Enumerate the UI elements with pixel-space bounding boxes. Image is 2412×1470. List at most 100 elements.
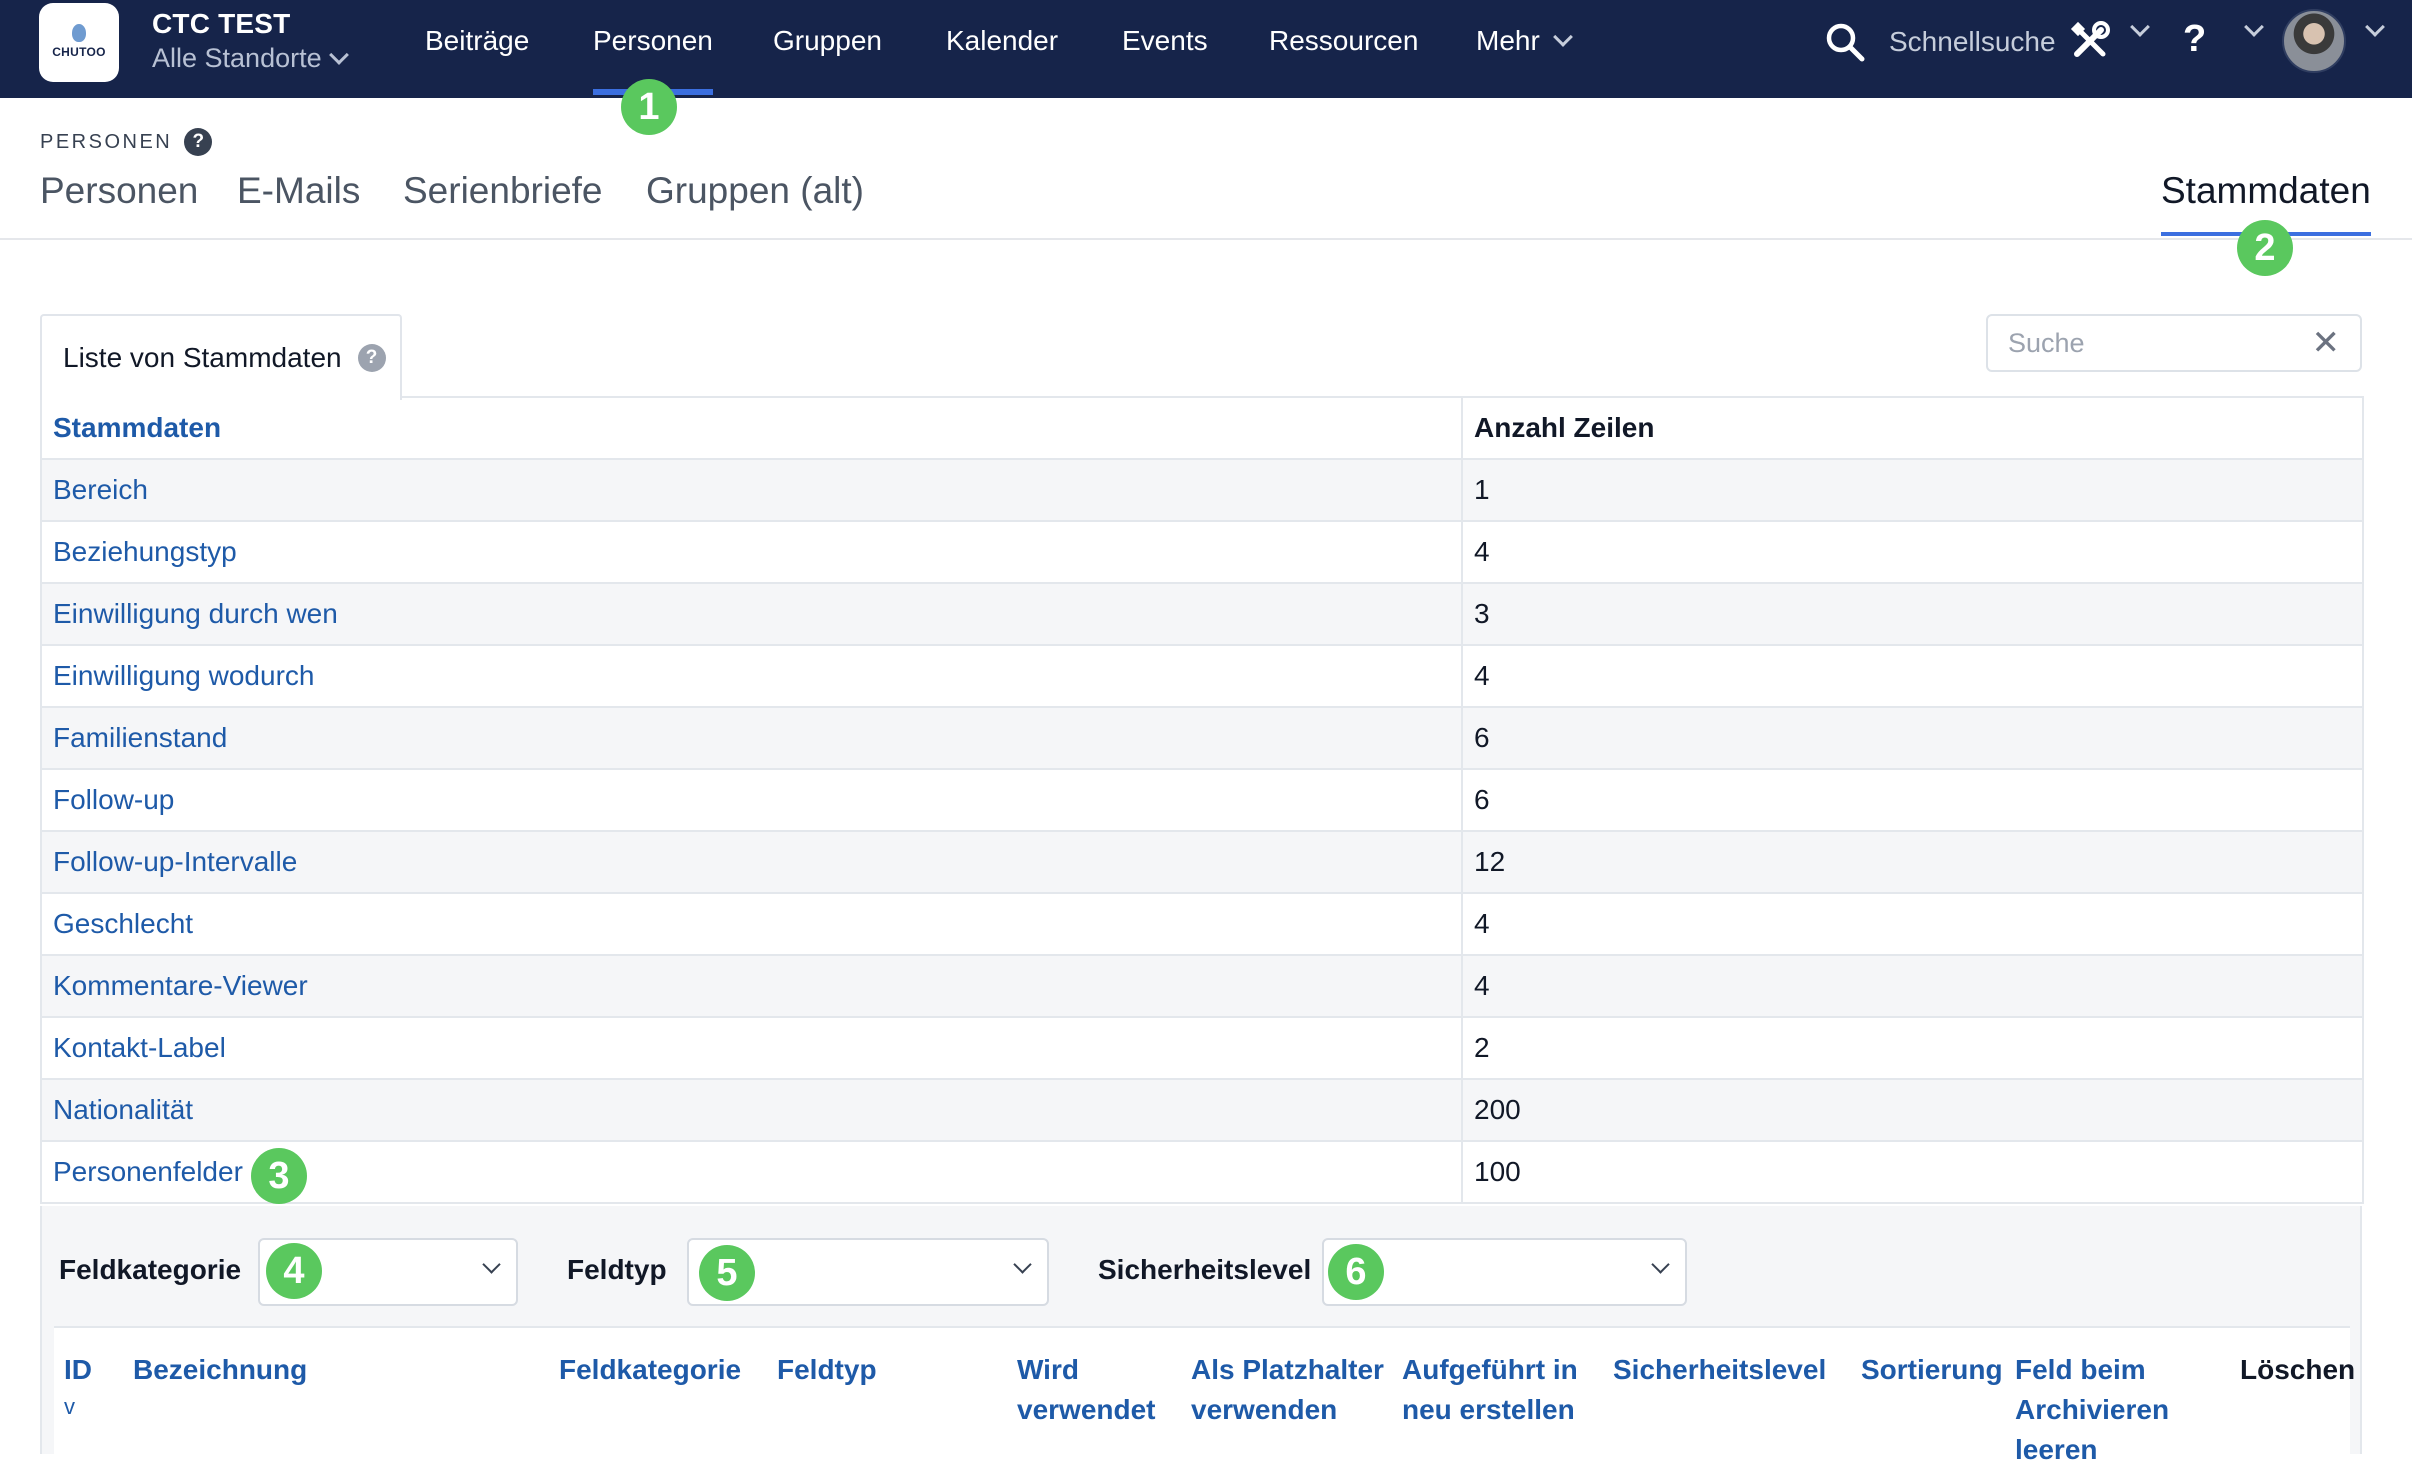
table-row[interactable]: Kontakt-Label 2 (40, 1016, 2364, 1080)
table-row[interactable]: Personenfelder 100 (40, 1140, 2364, 1204)
organization-title[interactable]: CTC TEST (152, 8, 290, 40)
table-row[interactable]: Einwilligung wodurch 4 (40, 644, 2364, 708)
section-divider (0, 238, 2412, 240)
annotation-badge-2: 2 (2237, 220, 2293, 276)
row-count: 4 (1461, 644, 2364, 708)
column-header-feldtyp[interactable]: Feldtyp (777, 1350, 877, 1390)
chevron-down-icon (482, 1255, 501, 1274)
tab-serienbriefe[interactable]: Serienbriefe (403, 170, 603, 212)
top-navigation-bar: CHUTOO CTC TEST Alle Standorte Beiträge … (0, 0, 2412, 98)
help-circle-icon[interactable]: ? (184, 128, 213, 156)
table-row[interactable]: Follow-up-Intervalle 12 (40, 830, 2364, 894)
row-name-link[interactable]: Kommentare-Viewer (40, 954, 1463, 1018)
column-header-bezeichnung[interactable]: Bezeichnung (133, 1350, 307, 1390)
header-line: Archivieren (2015, 1394, 2170, 1425)
row-name-link[interactable]: Nationalität (40, 1078, 1463, 1142)
row-count: 100 (1461, 1140, 2364, 1204)
personenfelder-detail-panel: Feldkategorie Feldtyp Sicherheitslevel I… (40, 1206, 2362, 1465)
column-header-aufgefuehrt[interactable]: Aufgeführt in neu erstellen (1402, 1350, 1578, 1430)
quick-search-field[interactable]: Schnellsuche (1889, 26, 2056, 58)
row-name-link[interactable]: Follow-up-Intervalle (40, 830, 1463, 894)
column-header-anzahl-zeilen: Anzahl Zeilen (1461, 396, 2364, 460)
column-header-stammdaten[interactable]: Stammdaten (40, 396, 1463, 460)
row-name-link[interactable]: Kontakt-Label (40, 1016, 1463, 1080)
personenfelder-table-header: ID v Bezeichnung Feldkategorie Feldtyp W… (54, 1326, 2355, 1465)
tab-gruppen-alt[interactable]: Gruppen (alt) (646, 170, 864, 212)
table-row[interactable]: Beziehungstyp 4 (40, 520, 2364, 584)
row-name-link[interactable]: Geschlecht (40, 892, 1463, 956)
column-header-als-platzhalter[interactable]: Als Platzhalter verwenden (1191, 1350, 1384, 1430)
row-count: 4 (1461, 520, 2364, 584)
nav-item-personen[interactable]: Personen (593, 25, 713, 95)
table-row[interactable]: Nationalität 200 (40, 1078, 2364, 1142)
table-row[interactable]: Bereich 1 (40, 458, 2364, 522)
annotation-badge-1: 1 (621, 79, 677, 135)
row-name-link[interactable]: Familienstand (40, 706, 1463, 770)
row-count: 3 (1461, 582, 2364, 646)
header-line: Als Platzhalter (1191, 1354, 1384, 1385)
user-menu-chevron-down-icon[interactable] (2365, 17, 2385, 37)
logo-mark-icon (72, 24, 86, 42)
section-label: PERSONEN ? (40, 128, 213, 156)
column-header-feld-archivieren[interactable]: Feld beim Archivieren leeren (2015, 1350, 2169, 1470)
row-count: 4 (1461, 954, 2364, 1018)
header-line: Aufgeführt in (1402, 1354, 1578, 1385)
tools-menu-chevron-down-icon[interactable] (2130, 17, 2150, 37)
row-name-link[interactable]: Einwilligung durch wen (40, 582, 1463, 646)
column-header-loeschen: Löschen (2240, 1354, 2356, 1385)
nav-item-events[interactable]: Events (1122, 25, 1208, 57)
tab-personen[interactable]: Personen (40, 170, 198, 212)
nav-item-ressourcen[interactable]: Ressourcen (1269, 25, 1418, 57)
nav-item-gruppen[interactable]: Gruppen (773, 25, 882, 57)
chevron-down-icon (1651, 1255, 1670, 1274)
filter-label-feldtyp: Feldtyp (567, 1254, 667, 1285)
help-menu-chevron-down-icon[interactable] (2244, 17, 2264, 37)
chevron-down-icon (328, 44, 349, 65)
location-label: Alle Standorte (152, 43, 322, 73)
column-header-sicherheitslevel[interactable]: Sicherheitslevel (1613, 1350, 1826, 1390)
filter-label-feldkategorie: Feldkategorie (59, 1254, 242, 1285)
column-header-feldkategorie[interactable]: Feldkategorie (559, 1350, 741, 1390)
help-icon[interactable]: ? (2183, 18, 2206, 61)
table-row[interactable]: Einwilligung durch wen 3 (40, 582, 2364, 646)
sort-descending-icon[interactable]: v (64, 1394, 75, 1420)
nav-item-mehr[interactable]: Mehr (1476, 25, 1573, 57)
header-line: verwenden (1191, 1394, 1338, 1425)
annotation-badge-6: 6 (1328, 1244, 1384, 1300)
table-row[interactable]: Kommentare-Viewer 4 (40, 954, 2364, 1018)
tab-stammdaten[interactable]: Stammdaten (2161, 170, 2371, 236)
table-search-input[interactable] (2008, 327, 2312, 359)
row-count: 2 (1461, 1016, 2364, 1080)
chutoo-logo[interactable]: CHUTOO (39, 3, 119, 82)
tab-e-mails[interactable]: E-Mails (237, 170, 360, 212)
row-count: 6 (1461, 706, 2364, 770)
section-label-text: PERSONEN (40, 130, 173, 153)
nav-item-mehr-label: Mehr (1476, 25, 1540, 56)
column-header-wird-verwendet[interactable]: Wird verwendet (1017, 1350, 1156, 1430)
panel-tab-stammdaten-list[interactable]: Liste von Stammdaten ? (40, 314, 402, 400)
tools-icon[interactable] (2069, 20, 2111, 62)
row-name-link[interactable]: Beziehungstyp (40, 520, 1463, 584)
help-circle-icon[interactable]: ? (357, 344, 386, 372)
row-count: 4 (1461, 892, 2364, 956)
search-icon[interactable] (1825, 22, 1865, 62)
header-line: neu erstellen (1402, 1394, 1575, 1425)
column-header-sortierung[interactable]: Sortierung (1861, 1350, 2003, 1390)
nav-item-beitraege[interactable]: Beiträge (425, 25, 529, 57)
table-row[interactable]: Geschlecht 4 (40, 892, 2364, 956)
row-count: 200 (1461, 1078, 2364, 1142)
nav-item-kalender[interactable]: Kalender (946, 25, 1058, 57)
clear-search-icon[interactable]: ✕ (2312, 326, 2341, 360)
column-header-id[interactable]: ID (64, 1350, 92, 1390)
table-row[interactable]: Familienstand 6 (40, 706, 2364, 770)
row-name-link[interactable]: Einwilligung wodurch (40, 644, 1463, 708)
row-name-link[interactable]: Follow-up (40, 768, 1463, 832)
user-avatar[interactable] (2282, 9, 2346, 73)
row-count: 1 (1461, 458, 2364, 522)
row-count: 12 (1461, 830, 2364, 894)
table-row[interactable]: Follow-up 6 (40, 768, 2364, 832)
row-name-link[interactable]: Bereich (40, 458, 1463, 522)
header-line: leeren (2015, 1434, 2098, 1465)
table-header-row: Stammdaten Anzahl Zeilen (40, 396, 2364, 460)
location-switcher[interactable]: Alle Standorte (152, 43, 349, 74)
